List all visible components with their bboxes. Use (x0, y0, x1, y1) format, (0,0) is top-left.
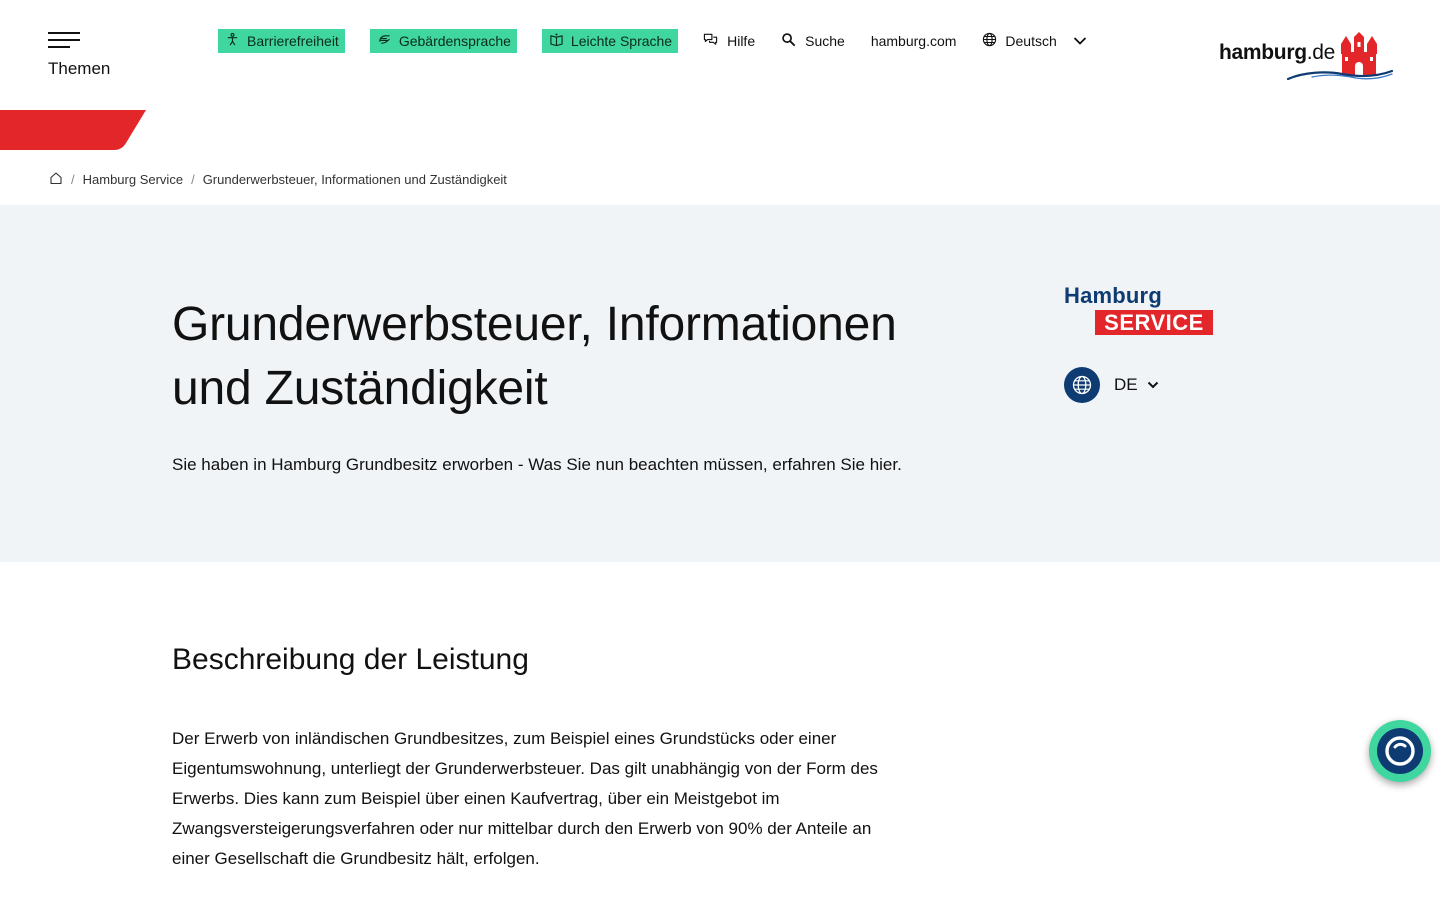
hamburg-service-logo[interactable]: Hamburg SERVICE (1064, 283, 1216, 339)
breadcrumb-item-current: Grunderwerbsteuer, Informationen und Zus… (202, 172, 507, 187)
hamburg-com-label: hamburg.com (870, 33, 957, 49)
home-icon[interactable] (49, 171, 63, 188)
language-code: DE (1114, 375, 1138, 394)
logo-wave-icon (1286, 69, 1394, 81)
section-heading: Beschreibung der Leistung (172, 643, 529, 676)
search-link[interactable]: Suche (781, 32, 845, 50)
chevron-down-icon (1147, 376, 1159, 394)
hero-section: Grunderwerbsteuer, Informationen und Zus… (0, 205, 1440, 562)
help-chat-icon (703, 32, 718, 50)
breadcrumb: / Hamburg Service / Grunderwerbsteuer, I… (49, 171, 507, 188)
accessibility-icon (226, 32, 239, 49)
menu-toggle-button[interactable]: Themen (48, 30, 128, 82)
easy-language-label: Leichte Sprache (570, 33, 673, 49)
breadcrumb-item-hamburg-service[interactable]: Hamburg Service (83, 172, 183, 187)
accessibility-link[interactable]: Barrierefreiheit (218, 29, 345, 53)
menu-icon (48, 30, 80, 48)
language-label: Deutsch (1005, 33, 1057, 49)
eye-assistant-button[interactable] (1369, 720, 1431, 782)
language-select[interactable]: Deutsch (982, 32, 1086, 50)
search-icon (781, 32, 796, 50)
sign-language-link[interactable]: Gebärdensprache (369, 29, 517, 53)
logo-wordmark: hamburg.de (1219, 41, 1336, 64)
page-lead: Sie haben in Hamburg Grundbesitz erworbe… (172, 455, 902, 474)
section-text: Der Erwerb von inländischen Grundbesitze… (172, 729, 878, 868)
hamburg-de-logo[interactable]: hamburg.de (1218, 32, 1394, 84)
top-navigation: Barrierefreiheit Gebärdensprache Leichte… (218, 29, 1087, 53)
sign-language-icon (378, 33, 391, 49)
chevron-down-icon (1073, 33, 1087, 49)
help-link[interactable]: Hilfe (703, 32, 755, 50)
easy-language-icon (550, 33, 563, 49)
breadcrumb-separator: / (71, 172, 75, 187)
help-label: Hilfe (727, 33, 756, 49)
page-title: Grunderwerbsteuer, Informationen und Zus… (172, 298, 897, 415)
search-label: Suche (805, 33, 845, 49)
service-language-select[interactable]: DE (1064, 367, 1159, 403)
eye-icon (1385, 736, 1415, 766)
breadcrumb-separator: / (191, 172, 195, 187)
sign-language-label: Gebärdensprache (398, 33, 511, 49)
service-logo-top: Hamburg (1064, 283, 1162, 308)
easy-language-link[interactable]: Leichte Sprache (541, 29, 679, 53)
globe-icon (982, 32, 997, 50)
accessibility-label: Barrierefreiheit (247, 33, 339, 49)
hamburg-com-link[interactable]: hamburg.com (871, 33, 957, 49)
globe-icon (1064, 367, 1100, 403)
menu-label: Themen (48, 59, 111, 78)
red-accent-shape (0, 110, 146, 150)
service-logo-bottom: SERVICE (1095, 310, 1213, 335)
